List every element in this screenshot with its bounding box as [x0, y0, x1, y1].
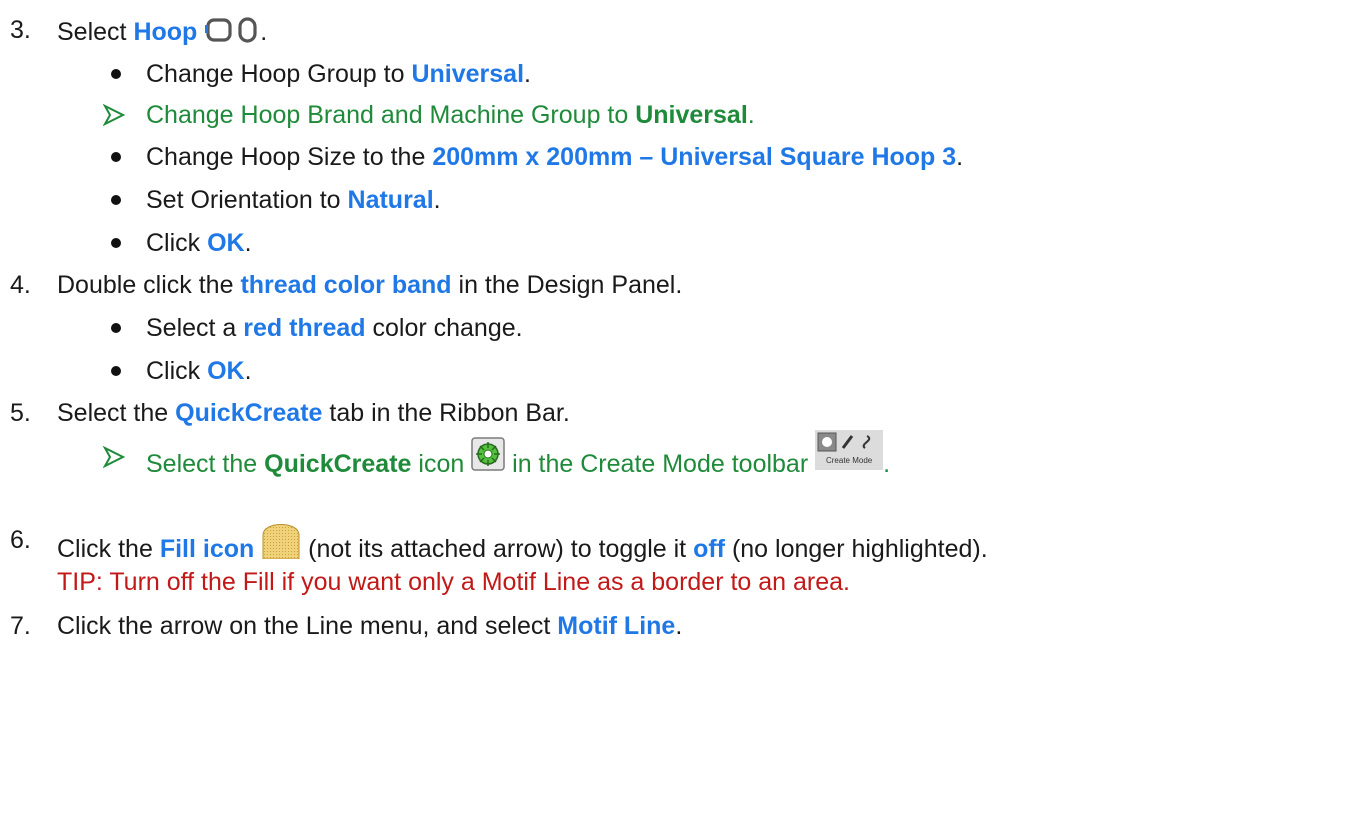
list-item: Click OK. [146, 228, 252, 258]
hoop-round-icon[interactable] [234, 15, 260, 52]
list-item-text: Click [146, 229, 208, 257]
list-item-text: Change Hoop Brand and Machine Group to [146, 101, 636, 129]
list-item-highlight: red thread [243, 314, 366, 342]
step-4-lead: Double click the [57, 271, 241, 299]
list-item-tail: . [244, 229, 252, 257]
list-item-tail: . [433, 186, 441, 214]
list-item-highlight: QuickCreate [264, 450, 412, 479]
tip-text: TIP: Turn off the Fill if you want only … [57, 568, 851, 596]
list-item-text: in the Create Mode toolbar [505, 450, 816, 479]
step-5-number: 5. [10, 399, 31, 427]
step-3-text: Select Hoop . [57, 15, 267, 52]
bullet-dot [111, 238, 121, 248]
list-item-highlight: OK [207, 357, 245, 385]
list-item-text: Set Orientation to [146, 186, 348, 214]
list-item-highlight: 200mm x 200mm – Universal Square Hoop 3 [432, 143, 957, 171]
list-item-text: Select the [146, 450, 265, 479]
list-item-text: Click [146, 357, 208, 385]
list-item-highlight: Universal [411, 60, 525, 88]
list-item: Set Orientation to Natural. [146, 185, 441, 215]
step-7-number: 7. [10, 612, 31, 640]
hoop-square-icon[interactable] [204, 15, 234, 52]
list-item: Change Hoop Size to the 200mm x 200mm – … [146, 142, 963, 172]
fill-icon[interactable] [261, 515, 301, 566]
list-item-highlight: OK [207, 229, 245, 257]
list-item-text: Select a [146, 314, 244, 342]
quickcreate-icon[interactable] [471, 437, 505, 478]
step-4-number: 4. [10, 271, 31, 299]
step-3-number: 3. [10, 16, 31, 44]
list-item: Select a red thread color change. [146, 313, 523, 343]
list-item-tail: . [956, 143, 964, 171]
step-5-highlight: QuickCreate [175, 399, 323, 427]
step-5-lead: Select the [57, 399, 176, 427]
list-item: Change Hoop Brand and Machine Group to U… [146, 100, 755, 130]
arrow-bullet-icon [103, 104, 125, 126]
create-mode-toolbar-icon[interactable]: Create Mode [815, 430, 884, 477]
step-6-highlight-off: off [693, 535, 725, 564]
list-item: Click OK. [146, 356, 252, 386]
step-4-highlight: thread color band [240, 271, 452, 299]
bullet-dot [111, 152, 121, 162]
step-7-tail: . [675, 612, 683, 640]
step-6-mid: (not its attached arrow) to toggle it [301, 535, 694, 564]
step-4-tail: in the Design Panel. [451, 271, 683, 299]
list-item-tail: . [524, 60, 531, 88]
step-3-hoop-label: Hoop [133, 18, 198, 47]
step-7-lead: Click the arrow on the Line menu, and se… [57, 612, 558, 640]
step-5-text: Select the QuickCreate tab in the Ribbon… [57, 398, 570, 428]
step-6-number: 6. [10, 526, 31, 554]
list-item-text: Change Hoop Group to [146, 60, 412, 88]
list-item-text: Change Hoop Size to the [146, 143, 433, 171]
step-7-highlight: Motif Line [557, 612, 676, 640]
list-item-highlight: Natural [347, 186, 434, 214]
step-7-text: Click the arrow on the Line menu, and se… [57, 611, 682, 641]
list-item: Select the QuickCreate icon in the Creat… [146, 430, 891, 489]
step-6-tail: (no longer highlighted). [725, 535, 988, 564]
bullet-dot [111, 323, 121, 333]
toolbar-caption: Create Mode [825, 456, 873, 465]
arrow-bullet-icon [103, 446, 125, 468]
bullet-dot [111, 195, 121, 205]
step-5-tail: tab in the Ribbon Bar. [322, 399, 570, 427]
list-item: Change Hoop Group to Universal. [146, 59, 531, 89]
step-3-lead: Select [57, 18, 134, 47]
step-6-lead: Click the [57, 535, 160, 564]
step-3-tail: . [260, 18, 268, 47]
step-6-highlight: Fill icon [159, 535, 255, 564]
list-item-text: icon [411, 450, 472, 479]
list-item-tail: . [883, 450, 891, 479]
list-item-tail: . [244, 357, 252, 385]
step-4-text: Double click the thread color band in th… [57, 270, 682, 300]
bullet-dot [111, 69, 121, 79]
list-item-tail: . [747, 101, 755, 129]
list-item-tail: color change. [365, 314, 523, 342]
bullet-dot [111, 366, 121, 376]
list-item-highlight: Universal [635, 101, 748, 129]
